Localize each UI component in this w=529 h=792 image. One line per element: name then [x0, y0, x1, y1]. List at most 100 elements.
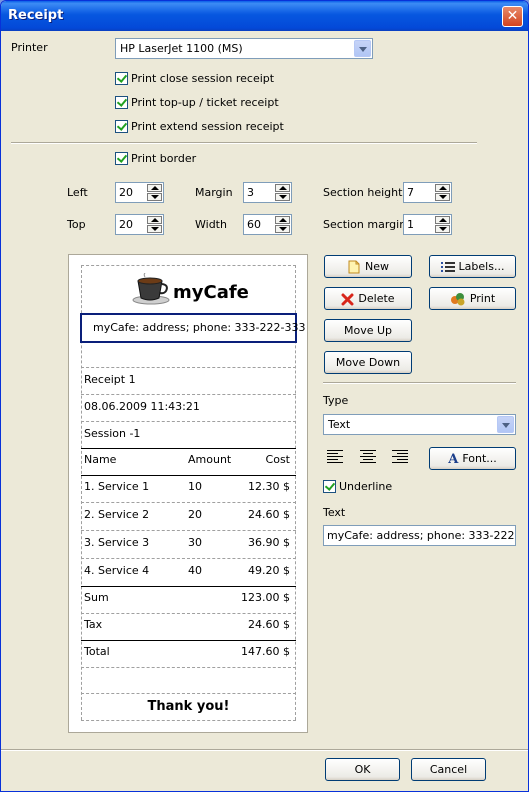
width-value: 60 [247, 218, 261, 231]
receipt-number: Receipt 1 [84, 373, 136, 386]
spin-down-icon[interactable] [147, 193, 162, 201]
checkbox[interactable] [115, 96, 128, 109]
text-input[interactable]: myCafe: address; phone: 333-222-333 [323, 525, 516, 546]
section-divider [81, 421, 296, 422]
spin-down-icon[interactable] [435, 193, 450, 201]
item-cost: 49.20 $ [248, 564, 290, 577]
font-button[interactable]: A Font... [429, 447, 516, 470]
section-height-label: Section height [323, 186, 403, 199]
option-label: Print extend session receipt [131, 120, 284, 133]
spin-up-icon[interactable] [275, 184, 290, 192]
spin-down-icon[interactable] [147, 225, 162, 233]
spin-down-icon[interactable] [435, 225, 450, 233]
receipt-datetime: 08.06.2009 11:43:21 [84, 400, 200, 413]
spin-up-icon[interactable] [275, 216, 290, 224]
type-label: Type [323, 394, 349, 407]
top-spinner[interactable]: 20 [115, 214, 164, 235]
item-name: 3. Service 3 [84, 536, 150, 549]
print-border-label: Print border [131, 152, 197, 165]
item-cost: 36.90 $ [248, 536, 290, 549]
section-divider [81, 693, 296, 694]
chevron-down-icon[interactable] [497, 416, 514, 433]
labels-button[interactable]: Labels... [429, 255, 516, 278]
item-amount: 40 [188, 564, 202, 577]
item-amount: 30 [188, 536, 202, 549]
top-label: Top [67, 218, 86, 231]
type-select[interactable]: Text [323, 414, 516, 435]
section-height-spinner[interactable]: 7 [403, 182, 452, 203]
checkbox[interactable] [323, 480, 336, 493]
delete-icon [341, 293, 354, 305]
text-input-value: myCafe: address; phone: 333-222-333 [327, 529, 515, 542]
section-divider [81, 558, 296, 559]
spin-up-icon[interactable] [147, 216, 162, 224]
header-amount: Amount [188, 453, 232, 466]
printer-label: Printer [11, 41, 48, 54]
section-margin-spinner[interactable]: 1 [403, 214, 452, 235]
cancel-button[interactable]: Cancel [411, 758, 486, 781]
section-margin-value: 1 [407, 218, 414, 231]
left-spinner[interactable]: 20 [115, 182, 164, 203]
item-name: 1. Service 1 [84, 480, 150, 493]
total-value: 147.60 $ [241, 645, 290, 658]
sum-label: Sum [84, 591, 109, 604]
section-divider [81, 265, 296, 266]
width-spinner[interactable]: 60 [243, 214, 292, 235]
list-icon [440, 262, 455, 272]
header-name: Name [84, 453, 117, 466]
section-divider [81, 613, 296, 614]
margin-label: Margin [195, 186, 233, 199]
item-amount: 20 [188, 508, 202, 521]
spin-up-icon[interactable] [435, 216, 450, 224]
item-cost: 24.60 $ [248, 508, 290, 521]
item-cost: 12.30 $ [248, 480, 290, 493]
printer-select[interactable]: HP LaserJet 1100 (MS) [115, 38, 373, 59]
spin-down-icon[interactable] [275, 225, 290, 233]
new-button[interactable]: New [324, 255, 412, 278]
checkbox[interactable] [115, 152, 128, 165]
receipt-footer: Thank you! [147, 699, 230, 714]
section-divider [81, 502, 296, 503]
title-bar[interactable]: Receipt ✕ [1, 1, 528, 31]
section-divider [81, 720, 296, 721]
receipt-preview[interactable]: myCafe myCafe: address; phone: 333-222-3… [68, 254, 308, 733]
selected-section-address[interactable]: myCafe: address; phone: 333-222-333 [80, 313, 305, 343]
print-icon [450, 293, 465, 306]
total-rule [81, 640, 296, 641]
receipt-brand: myCafe [173, 282, 249, 303]
font-icon: A [448, 451, 459, 467]
sum-value: 123.00 $ [241, 591, 290, 604]
text-label: Text [323, 506, 346, 519]
section-divider [81, 667, 296, 668]
spin-down-icon[interactable] [275, 193, 290, 201]
width-label: Width [195, 218, 227, 231]
align-left-icon[interactable] [324, 446, 346, 468]
move-up-button[interactable]: Move Up [324, 319, 412, 342]
underline-label: Underline [339, 480, 393, 493]
checkbox[interactable] [115, 72, 128, 85]
type-value: Text [328, 418, 351, 431]
move-down-button[interactable]: Move Down [324, 351, 412, 374]
align-center-icon[interactable] [357, 446, 379, 468]
receipt-address: myCafe: address; phone: 333-222-333 [93, 321, 306, 334]
table-header-rule [81, 475, 296, 476]
separator [1, 749, 528, 751]
section-divider [81, 530, 296, 531]
header-cost: Cost [265, 453, 290, 466]
ok-button[interactable]: OK [325, 758, 400, 781]
option-label: Print close session receipt [131, 72, 275, 85]
align-right-icon[interactable] [389, 446, 411, 468]
spin-up-icon[interactable] [147, 184, 162, 192]
print-button[interactable]: Print [429, 287, 516, 310]
checkbox[interactable] [115, 120, 128, 133]
close-button[interactable]: ✕ [502, 6, 523, 27]
delete-button[interactable]: Delete [324, 287, 412, 310]
spin-up-icon[interactable] [435, 184, 450, 192]
receipt-dialog: Receipt ✕ Printer HP LaserJet 1100 (MS) … [0, 0, 529, 792]
tax-value: 24.60 $ [248, 618, 290, 631]
chevron-down-icon[interactable] [354, 40, 371, 57]
coffee-cup-icon [132, 273, 170, 305]
receipt-session: Session -1 [84, 427, 141, 440]
new-document-icon [348, 260, 360, 274]
margin-spinner[interactable]: 3 [243, 182, 292, 203]
